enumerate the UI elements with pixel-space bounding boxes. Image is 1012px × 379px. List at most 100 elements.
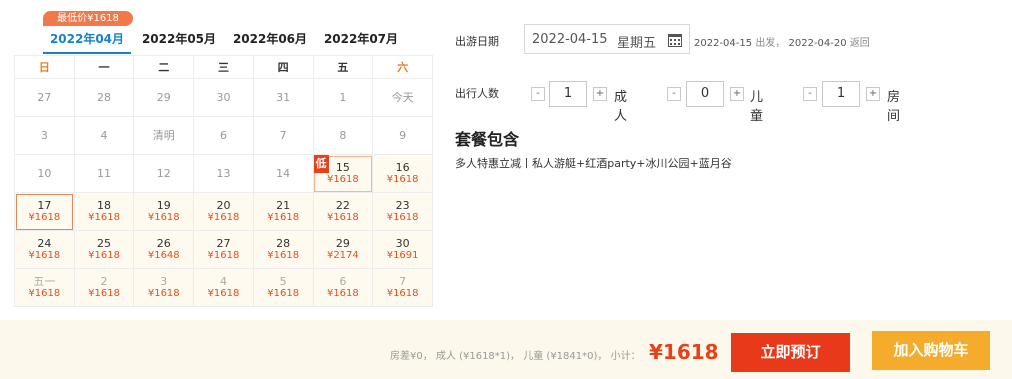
calendar-day[interactable]: 7 ¥1618	[372, 268, 433, 307]
day-number: 19	[156, 199, 171, 212]
day-price: ¥1648	[147, 250, 180, 261]
calendar-day[interactable]: 27 ¥1618	[193, 230, 254, 269]
rooms-plus-button[interactable]: +	[866, 87, 880, 101]
calendar-day[interactable]: 20 ¥1618	[193, 192, 254, 231]
calendar-day: 11	[73, 154, 135, 193]
calendar-day[interactable]: 26 ¥1648	[133, 230, 195, 269]
calendar-day: 7	[252, 116, 314, 155]
day-number: 23	[395, 199, 410, 212]
day-price: ¥1618	[267, 250, 300, 261]
calendar-day[interactable]: 28 ¥1618	[252, 230, 314, 269]
day-number: 30	[216, 91, 231, 104]
calendar-day: 12	[133, 154, 195, 193]
calendar-day[interactable]: 3 ¥1618	[133, 268, 195, 307]
day-number: 清明	[152, 129, 175, 142]
tab-month-07[interactable]: 2022年07月	[317, 28, 405, 54]
calendar-day[interactable]: 23 ¥1618	[372, 192, 433, 231]
day-number: 7	[399, 275, 407, 288]
day-number: 13	[216, 167, 231, 180]
calendar-day[interactable]: 17 ¥1618	[14, 192, 75, 231]
day-number: 27	[216, 237, 231, 250]
weekday-fri: 五	[312, 55, 374, 79]
calendar-day[interactable]: 22 ¥1618	[312, 192, 374, 231]
day-price: ¥1618	[28, 212, 61, 223]
return-date: 2022-04-20	[788, 38, 847, 49]
month-tabs: 2022年04月 2022年05月 2022年06月 2022年07月	[43, 28, 423, 54]
adults-plus-button[interactable]: +	[593, 87, 607, 101]
calendar-day[interactable]: 18 ¥1618	[73, 192, 135, 231]
day-number: 29	[335, 237, 350, 250]
tab-month-05[interactable]: 2022年05月	[135, 28, 223, 54]
package-description: 多人特惠立减丨私人游艇+红酒party+冰川公园+蓝月谷	[455, 157, 732, 170]
day-number: 8	[339, 129, 347, 142]
day-price: ¥1618	[267, 288, 300, 299]
calendar-day: 13	[193, 154, 254, 193]
calendar-day[interactable]: 25 ¥1618	[73, 230, 135, 269]
day-number: 20	[216, 199, 231, 212]
calendar-day: 14	[252, 154, 314, 193]
calendar-day[interactable]: 4 ¥1618	[193, 268, 254, 307]
adults-minus-button[interactable]: -	[531, 87, 545, 101]
calendar-day[interactable]: 19 ¥1618	[133, 192, 195, 231]
calendar-day[interactable]: 五一 ¥1618	[14, 268, 75, 307]
weekday-header: 日 一 二 三 四 五 六	[14, 55, 433, 79]
day-number: 2	[100, 275, 108, 288]
calendar-day[interactable]: 29 ¥2174	[312, 230, 374, 269]
calendar-day[interactable]: 5 ¥1618	[252, 268, 314, 307]
calendar-day: 29	[133, 78, 195, 117]
calendar-day: 8	[312, 116, 374, 155]
tab-month-06[interactable]: 2022年06月	[226, 28, 314, 54]
calendar-day: 10	[14, 154, 75, 193]
date-value: 2022-04-15	[532, 32, 608, 47]
children-minus-button[interactable]: -	[667, 87, 681, 101]
book-now-button[interactable]: 立即预订	[731, 333, 850, 372]
adults-count-input[interactable]: 1	[549, 81, 587, 107]
depart-suffix: 出发，	[755, 38, 786, 49]
rooms-count-input[interactable]: 1	[822, 81, 860, 107]
weekday-sun: 日	[14, 55, 75, 79]
weekday-thu: 四	[252, 55, 314, 79]
children-plus-button[interactable]: +	[730, 87, 744, 101]
day-price: ¥1618	[207, 212, 240, 223]
day-number: 4	[100, 129, 108, 142]
day-number: 今天	[391, 91, 414, 104]
calendar-day: 9	[372, 116, 433, 155]
calendar-day[interactable]: 30 ¥1691	[372, 230, 433, 269]
day-number: 30	[395, 237, 410, 250]
day-price: ¥1618	[386, 288, 419, 299]
tab-month-04[interactable]: 2022年04月	[43, 28, 131, 54]
rooms-minus-button[interactable]: -	[803, 87, 817, 101]
calendar-week: 10 11 12 13 14 低 15 ¥1618 16 ¥1618	[14, 154, 433, 193]
calendar-icon[interactable]	[668, 34, 682, 47]
day-number: 五一	[33, 275, 56, 288]
day-price: ¥1618	[386, 212, 419, 223]
package-title: 套餐包含	[455, 130, 520, 149]
calendar-week: 24 ¥1618 25 ¥1618 26 ¥1648 27 ¥1618 28 ¥1618 29 ¥21…	[14, 230, 433, 269]
adults-label: 成人	[614, 90, 628, 124]
date-weekday: 星期五	[617, 36, 657, 51]
calendar-week: 17 ¥1618 18 ¥1618 19 ¥1618 20 ¥1618 21 ¥1618 22 ¥16…	[14, 192, 433, 231]
day-price: ¥1618	[88, 288, 120, 299]
calendar-week: 27 28 29 30 31 1 今天	[14, 78, 433, 117]
day-price: ¥1618	[28, 250, 61, 261]
calendar-day[interactable]: 低 15 ¥1618	[312, 154, 374, 193]
add-to-cart-button[interactable]: 加入购物车	[872, 331, 990, 370]
day-number: 7	[279, 129, 287, 142]
calendar-day[interactable]: 2 ¥1618	[73, 268, 135, 307]
children-count-input[interactable]: 0	[686, 81, 724, 107]
day-number: 5	[279, 275, 287, 288]
calendar-day[interactable]: 24 ¥1618	[14, 230, 75, 269]
weekday-tue: 二	[133, 55, 195, 79]
calendar-day: 清明	[133, 116, 195, 155]
day-number: 29	[156, 91, 171, 104]
calendar-day[interactable]: 6 ¥1618	[312, 268, 374, 307]
day-price: ¥1618	[207, 250, 240, 261]
calendar-day[interactable]: 16 ¥1618	[372, 154, 433, 193]
day-number: 24	[37, 237, 52, 250]
date-picker-input[interactable]: 2022-04-15 星期五	[524, 24, 690, 54]
day-price: ¥1618	[88, 250, 120, 261]
booking-panel: 最低价¥1618 2022年04月 2022年05月 2022年06月 2022…	[0, 0, 1012, 379]
weekday-sat: 六	[372, 55, 433, 79]
lowest-price-marker: 低	[313, 155, 329, 173]
calendar-day[interactable]: 21 ¥1618	[252, 192, 314, 231]
